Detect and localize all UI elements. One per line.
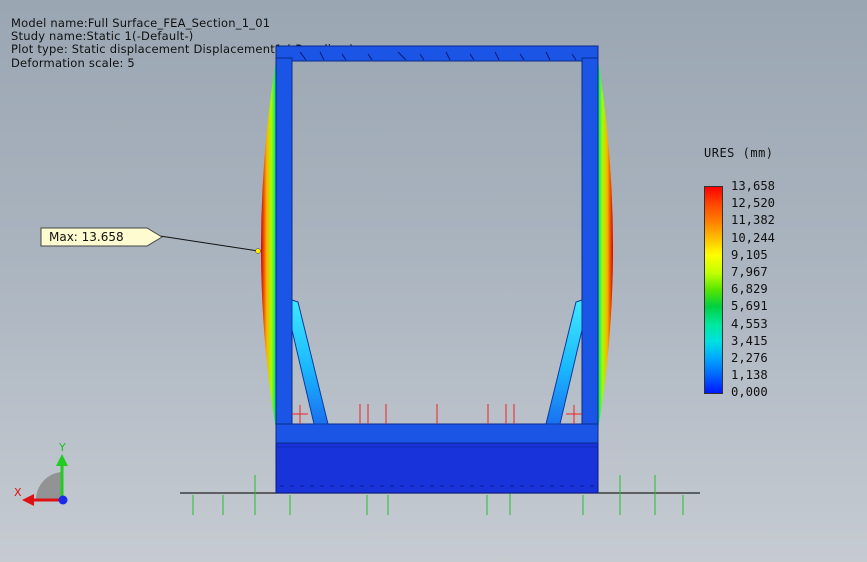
right-brace[interactable] [545,299,583,425]
legend-value: 2,276 [731,351,768,366]
legend-values: 13,658 12,520 11,382 10,244 9,105 7,967 … [731,178,775,402]
legend-value: 13,658 [731,179,776,193]
legend-value: 6,829 [731,282,768,297]
max-point [255,248,261,254]
triad-x-label: X [14,486,22,499]
legend-value: 12,520 [731,196,776,211]
legend-color-bar [704,186,723,394]
legend-value: 7,967 [731,265,768,280]
legend-value: 4,553 [731,316,768,331]
triad-y-label: Y [59,441,66,454]
legend-value: 11,382 [731,213,776,228]
legend-value: 9,105 [731,247,768,262]
legend-value: 10,244 [731,230,776,245]
axis-triad[interactable] [22,454,68,506]
frame-structure[interactable] [275,45,599,444]
legend-title: URES (mm) [704,146,774,160]
max-callout-label: Max: 13.658 [49,230,124,244]
base-block[interactable] [275,441,599,494]
legend-value: 5,691 [731,299,768,314]
legend-value: 0,000 [731,385,768,400]
max-leader-line [159,235,259,252]
legend-value: 1,138 [731,368,768,383]
legend-value: 3,415 [731,333,768,348]
left-brace[interactable] [291,299,329,425]
max-callout[interactable]: Max: 13.658 [41,228,161,246]
load-markers [292,404,582,424]
